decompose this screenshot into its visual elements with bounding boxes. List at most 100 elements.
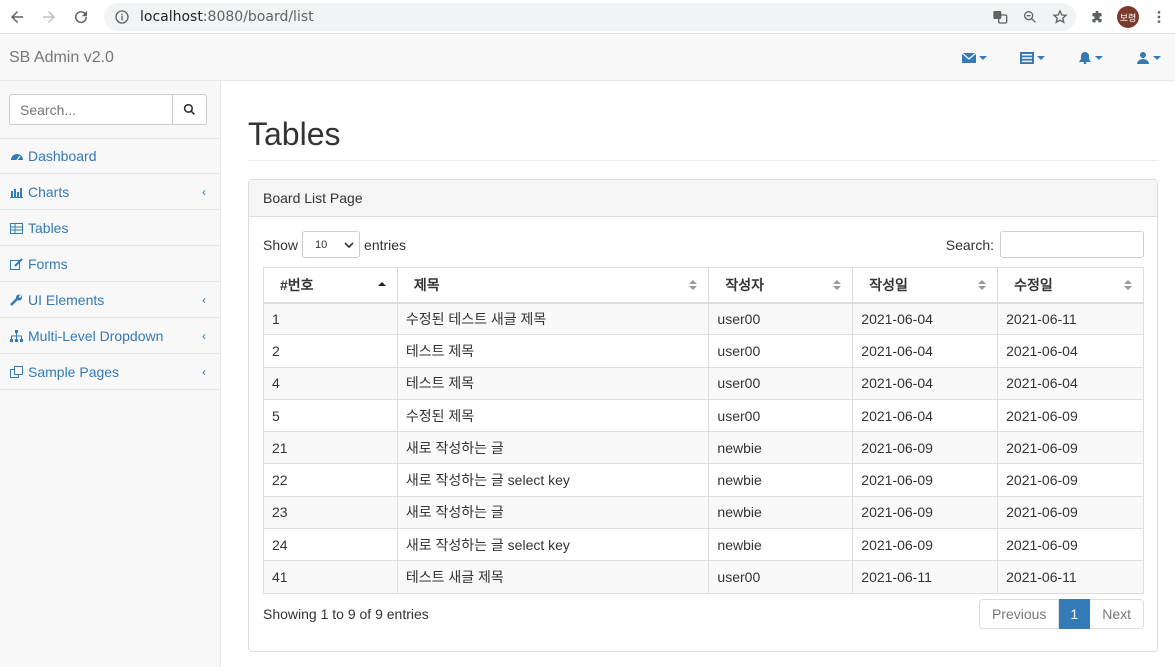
sidebar: DashboardCharts‹TablesFormsUI Elements‹M… (0, 81, 221, 667)
table-cell[interactable]: 새로 작성하는 글 select key (396, 463, 710, 497)
messages-dropdown[interactable] (962, 52, 987, 64)
dashboard-icon (11, 154, 23, 161)
browser-toolbar: localhost:8080/board/list 보령 (0, 0, 1175, 34)
chevron-left-icon: ‹ (202, 365, 206, 379)
table-row[interactable]: 4 테스트 제목 user00 2021-06-04 2021-06-04 (263, 366, 1144, 400)
table-cell: user00 (708, 560, 854, 594)
menu-dots-icon[interactable] (1151, 9, 1167, 25)
sidebar-item-charts[interactable]: Charts ‹ (0, 174, 220, 210)
table-cell: 41 (263, 560, 398, 594)
translate-icon[interactable] (992, 9, 1008, 25)
table-search-input[interactable] (1000, 231, 1144, 258)
table-cell: 2 (263, 334, 398, 368)
sidebar-item-ui-elements[interactable]: UI Elements ‹ (0, 282, 220, 318)
column-header-label: 수정일 (1014, 276, 1053, 293)
page-length-select[interactable]: 10 (302, 231, 361, 258)
page-1-button[interactable]: 1 (1059, 599, 1091, 629)
back-button[interactable] (1, 1, 33, 33)
column-header-label: 작성일 (869, 276, 908, 293)
sidebar-item-label: Charts (28, 183, 70, 200)
column-header-label: 작성자 (725, 276, 765, 293)
url-host: localhost (140, 9, 203, 25)
table-cell[interactable]: 새로 작성하는 글 (396, 431, 710, 465)
zoom-icon[interactable] (1022, 9, 1038, 25)
table-cell: 2021-06-04 (852, 398, 999, 433)
column-header[interactable]: #번호 (263, 267, 398, 304)
reload-icon (75, 11, 88, 24)
column-header[interactable]: 작성일 (852, 267, 999, 304)
sidebar-item-forms[interactable]: Forms (0, 246, 220, 282)
table-cell: 21 (263, 431, 398, 465)
sidebar-item-tables[interactable]: Tables (0, 210, 220, 246)
extensions-icon[interactable] (1089, 9, 1105, 25)
sidebar-item-dashboard[interactable]: Dashboard (0, 138, 220, 174)
tasks-dropdown[interactable] (1020, 52, 1045, 64)
table-row[interactable]: 5 수정된 제목 user00 2021-06-04 2021-06-09 (263, 398, 1144, 433)
table-row[interactable]: 22 새로 작성하는 글 select key newbie 2021-06-09 20… (263, 463, 1144, 497)
table-cell: newbie (708, 495, 854, 530)
board-table: #번호 제목 작성자 작성일 수정일 1 수정된 테스트 새글 제목 user00 2021-… (263, 267, 1144, 594)
sidebar-search-input[interactable] (9, 94, 173, 125)
table-header-row: #번호 제목 작성자 작성일 수정일 (263, 267, 1144, 304)
table-row[interactable]: 1 수정된 테스트 새글 제목 user00 2021-06-04 2021-06-11 (263, 301, 1144, 336)
alerts-dropdown[interactable] (1078, 52, 1103, 64)
sort-both-icon (833, 280, 842, 290)
user-dropdown[interactable] (1136, 52, 1161, 64)
caret-down-icon (979, 56, 987, 60)
reload-button[interactable] (65, 1, 97, 33)
sidebar-search-button[interactable] (173, 94, 207, 125)
sidebar-item-label: Sample Pages (28, 363, 120, 380)
table-cell: 2021-06-11 (852, 560, 999, 594)
table-cell: 2021-06-09 (852, 463, 999, 497)
bell-icon (1079, 52, 1091, 64)
sidebar-item-label: Multi-Level Dropdown (28, 327, 164, 344)
table-cell[interactable]: 테스트 새글 제목 (396, 560, 710, 594)
sidebar-item-label: Forms (28, 255, 68, 272)
table-cell: 2021-06-11 (997, 301, 1144, 336)
edit-icon (10, 257, 23, 270)
column-header[interactable]: 제목 (396, 267, 710, 304)
table-cell: newbie (708, 528, 854, 562)
sidebar-item-multi-level-dropdown[interactable]: Multi-Level Dropdown ‹ (0, 318, 220, 354)
show-label: Show (263, 236, 299, 253)
caret-down-icon (1095, 56, 1103, 60)
table-cell: newbie (708, 463, 854, 497)
brand-link[interactable]: SB Admin v2.0 (9, 49, 114, 67)
chevron-left-icon: ‹ (202, 293, 206, 307)
table-row[interactable]: 41 테스트 새글 제목 user00 2021-06-11 2021-06-11 (263, 560, 1144, 594)
table-cell: user00 (708, 334, 854, 368)
bookmark-star-icon[interactable] (1052, 9, 1068, 25)
table-cell[interactable]: 테스트 제목 (396, 366, 710, 400)
table-cell[interactable]: 수정된 테스트 새글 제목 (396, 301, 710, 336)
table-cell[interactable]: 테스트 제목 (396, 334, 710, 368)
address-bar[interactable]: localhost:8080/board/list (104, 3, 1076, 31)
table-info: Showing 1 to 9 of 9 entries (263, 606, 429, 622)
profile-avatar[interactable]: 보령 (1117, 6, 1139, 28)
entries-label: entries (364, 236, 407, 253)
info-icon (115, 10, 129, 24)
url-path: :8080/board/list (202, 9, 314, 25)
previous-page-button[interactable]: Previous (978, 599, 1060, 629)
table-cell: 22 (263, 463, 398, 497)
table-cell: 4 (263, 366, 398, 400)
column-header[interactable]: 작성자 (708, 267, 854, 304)
table-row[interactable]: 23 새로 작성하는 글 newbie 2021-06-09 2021-06-09 (263, 495, 1144, 530)
table-row[interactable]: 21 새로 작성하는 글 newbie 2021-06-09 2021-06-09 (263, 431, 1144, 465)
forward-button[interactable] (33, 1, 65, 33)
table-cell[interactable]: 새로 작성하는 글 (396, 495, 710, 530)
column-header[interactable]: 수정일 (997, 267, 1144, 304)
table-cell: 2021-06-09 (997, 495, 1144, 530)
sort-both-icon (689, 280, 698, 290)
chevron-left-icon: ‹ (202, 185, 206, 199)
table-cell[interactable]: 수정된 제목 (396, 398, 710, 433)
panel-heading: Board List Page (249, 180, 1157, 217)
table-row[interactable]: 24 새로 작성하는 글 select key newbie 2021-06-09 20… (263, 528, 1144, 562)
sidebar-menu: Dashboard Charts ‹ Tables Forms UI Elements ‹ M… (0, 138, 220, 390)
table-cell[interactable]: 새로 작성하는 글 select key (396, 528, 710, 562)
table-cell: 1 (263, 301, 398, 336)
page-title: Tables (248, 116, 341, 152)
table-cell: 2021-06-11 (997, 560, 1144, 594)
table-row[interactable]: 2 테스트 제목 user00 2021-06-04 2021-06-04 (263, 334, 1144, 368)
next-page-button[interactable]: Next (1090, 599, 1144, 629)
sidebar-item-sample-pages[interactable]: Sample Pages ‹ (0, 354, 220, 390)
